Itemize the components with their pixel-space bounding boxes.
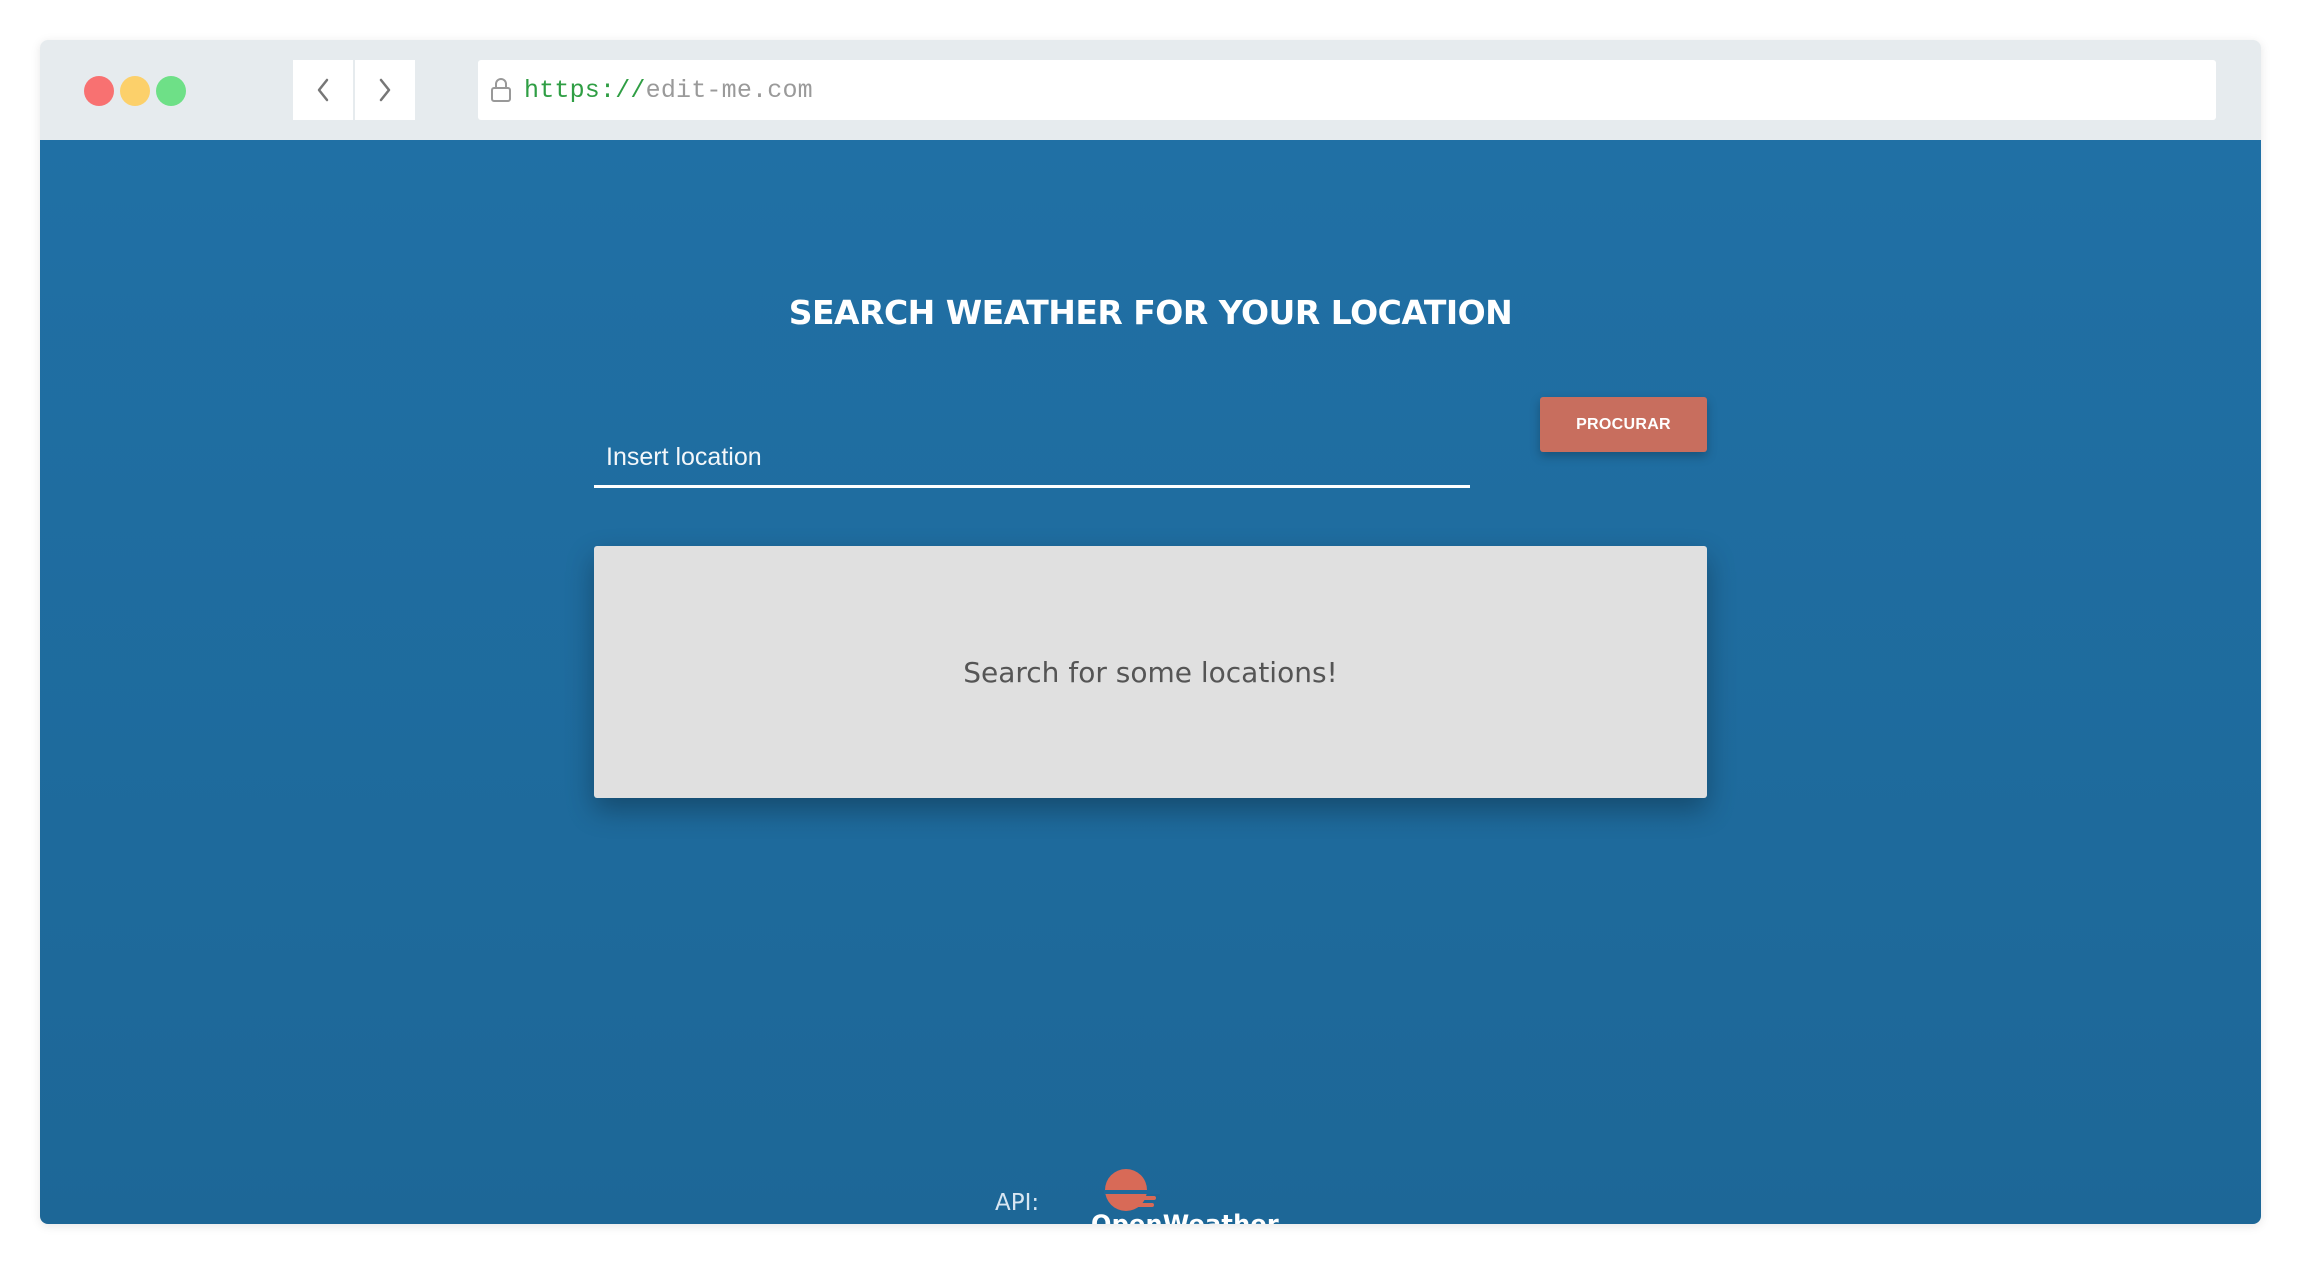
- address-bar[interactable]: https://edit-me.com: [478, 60, 2216, 120]
- search-button[interactable]: PROCURAR: [1540, 397, 1707, 452]
- back-button[interactable]: [293, 60, 353, 120]
- weather-page: SEARCH WEATHER FOR YOUR LOCATION PROCURA…: [40, 140, 2261, 1224]
- results-panel: Search for some locations!: [594, 546, 1707, 798]
- chevron-right-icon: [379, 78, 391, 102]
- url-host: edit-me.com: [645, 75, 813, 105]
- api-label: API:: [995, 1190, 1040, 1216]
- url-text: https://edit-me.com: [524, 76, 813, 105]
- lock-icon: [491, 78, 511, 102]
- location-search-input[interactable]: [594, 430, 1470, 488]
- maximize-window-button[interactable]: [156, 76, 186, 106]
- url-scheme: https://: [524, 75, 646, 105]
- browser-window: https://edit-me.com SEARCH WEATHER FOR Y…: [40, 40, 2261, 1224]
- close-window-button[interactable]: [84, 76, 114, 106]
- forward-button[interactable]: [355, 60, 415, 120]
- minimize-window-button[interactable]: [120, 76, 150, 106]
- page-title: SEARCH WEATHER FOR YOUR LOCATION: [788, 293, 1513, 332]
- browser-toolbar: https://edit-me.com: [40, 40, 2261, 140]
- results-empty-message: Search for some locations!: [963, 655, 1338, 689]
- openweather-logo-text: OpenWeather: [1091, 1210, 1279, 1224]
- chevron-left-icon: [317, 78, 329, 102]
